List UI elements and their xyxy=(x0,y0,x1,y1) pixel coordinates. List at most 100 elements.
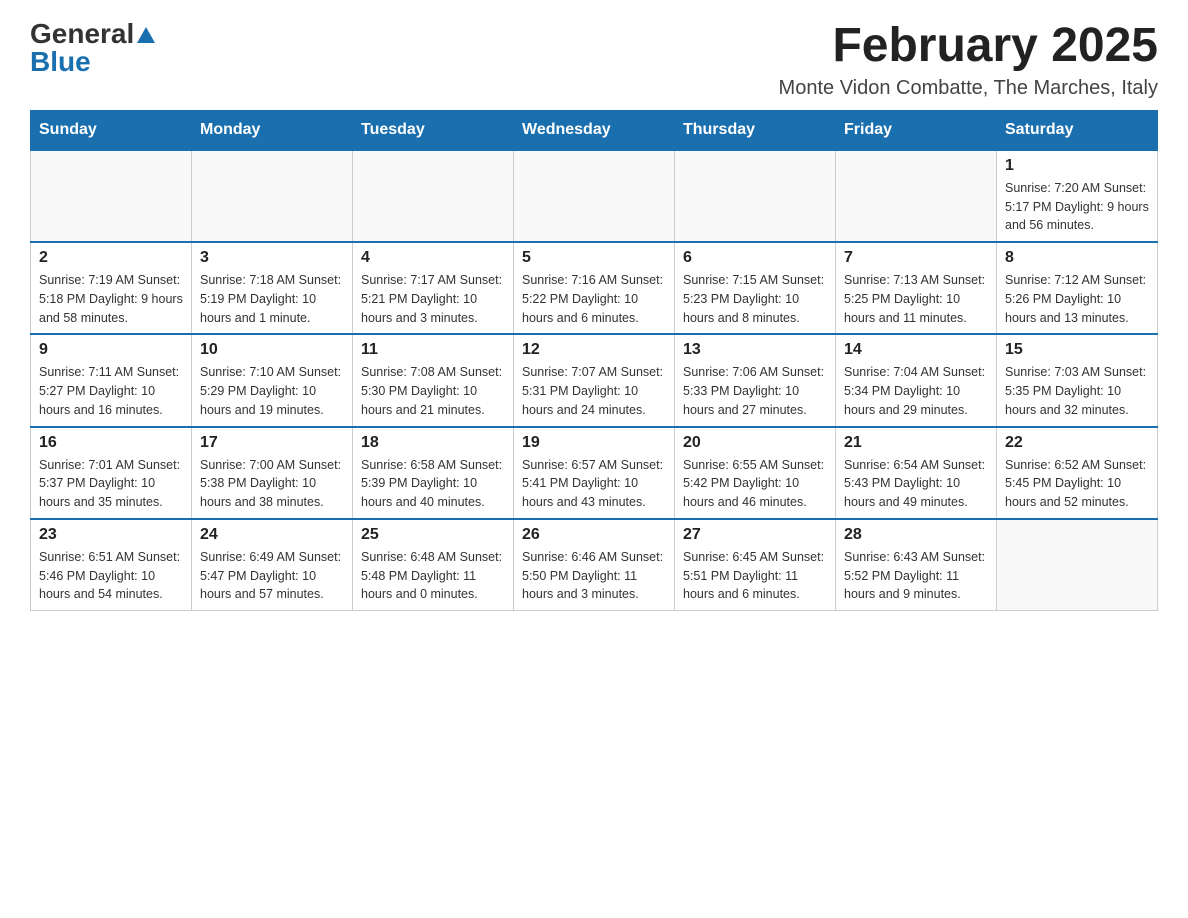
day-number: 28 xyxy=(844,526,988,544)
day-info: Sunrise: 7:00 AM Sunset: 5:38 PM Dayligh… xyxy=(200,456,344,512)
day-number: 14 xyxy=(844,341,988,359)
calendar-table: SundayMondayTuesdayWednesdayThursdayFrid… xyxy=(30,110,1158,611)
calendar-cell xyxy=(997,519,1158,611)
day-number: 21 xyxy=(844,434,988,452)
calendar-cell: 20 Sunrise: 6:55 AM Sunset: 5:42 PM Dayli… xyxy=(675,427,836,519)
day-number: 6 xyxy=(683,249,827,267)
calendar-cell: 28 Sunrise: 6:43 AM Sunset: 5:52 PM Dayli… xyxy=(836,519,997,611)
calendar-cell: 19 Sunrise: 6:57 AM Sunset: 5:41 PM Dayli… xyxy=(514,427,675,519)
day-number: 7 xyxy=(844,249,988,267)
calendar-cell xyxy=(514,150,675,242)
calendar-cell xyxy=(192,150,353,242)
day-info: Sunrise: 6:52 AM Sunset: 5:45 PM Dayligh… xyxy=(1005,456,1149,512)
day-info: Sunrise: 6:46 AM Sunset: 5:50 PM Dayligh… xyxy=(522,548,666,604)
day-info: Sunrise: 6:54 AM Sunset: 5:43 PM Dayligh… xyxy=(844,456,988,512)
calendar-cell xyxy=(836,150,997,242)
day-info: Sunrise: 7:11 AM Sunset: 5:27 PM Dayligh… xyxy=(39,363,183,419)
day-info: Sunrise: 7:16 AM Sunset: 5:22 PM Dayligh… xyxy=(522,271,666,327)
calendar-week-1: 1 Sunrise: 7:20 AM Sunset: 5:17 PM Daylig… xyxy=(31,150,1158,242)
day-number: 23 xyxy=(39,526,183,544)
column-header-sunday: Sunday xyxy=(31,110,192,150)
column-header-wednesday: Wednesday xyxy=(514,110,675,150)
calendar-cell: 25 Sunrise: 6:48 AM Sunset: 5:48 PM Dayli… xyxy=(353,519,514,611)
day-info: Sunrise: 6:58 AM Sunset: 5:39 PM Dayligh… xyxy=(361,456,505,512)
calendar-cell: 15 Sunrise: 7:03 AM Sunset: 5:35 PM Dayli… xyxy=(997,334,1158,426)
day-info: Sunrise: 7:18 AM Sunset: 5:19 PM Dayligh… xyxy=(200,271,344,327)
day-number: 16 xyxy=(39,434,183,452)
calendar-cell: 13Sunrise: 7:06 AM Sunset: 5:33 PM Dayli… xyxy=(675,334,836,426)
calendar-cell: 23 Sunrise: 6:51 AM Sunset: 5:46 PM Dayli… xyxy=(31,519,192,611)
day-info: Sunrise: 7:07 AM Sunset: 5:31 PM Dayligh… xyxy=(522,363,666,419)
calendar-cell: 27 Sunrise: 6:45 AM Sunset: 5:51 PM Dayli… xyxy=(675,519,836,611)
day-info: Sunrise: 6:43 AM Sunset: 5:52 PM Dayligh… xyxy=(844,548,988,604)
day-info: Sunrise: 6:57 AM Sunset: 5:41 PM Dayligh… xyxy=(522,456,666,512)
day-number: 20 xyxy=(683,434,827,452)
calendar-cell: 24 Sunrise: 6:49 AM Sunset: 5:47 PM Dayli… xyxy=(192,519,353,611)
day-info: Sunrise: 7:01 AM Sunset: 5:37 PM Dayligh… xyxy=(39,456,183,512)
day-number: 1 xyxy=(1005,157,1149,175)
day-info: Sunrise: 7:20 AM Sunset: 5:17 PM Dayligh… xyxy=(1005,179,1149,235)
calendar-cell xyxy=(353,150,514,242)
calendar-cell: 3 Sunrise: 7:18 AM Sunset: 5:19 PM Daylig… xyxy=(192,242,353,334)
day-info: Sunrise: 7:10 AM Sunset: 5:29 PM Dayligh… xyxy=(200,363,344,419)
day-info: Sunrise: 6:55 AM Sunset: 5:42 PM Dayligh… xyxy=(683,456,827,512)
day-info: Sunrise: 7:03 AM Sunset: 5:35 PM Dayligh… xyxy=(1005,363,1149,419)
column-header-monday: Monday xyxy=(192,110,353,150)
day-number: 27 xyxy=(683,526,827,544)
day-info: Sunrise: 7:19 AM Sunset: 5:18 PM Dayligh… xyxy=(39,271,183,327)
calendar-week-4: 16 Sunrise: 7:01 AM Sunset: 5:37 PM Dayli… xyxy=(31,427,1158,519)
calendar-cell: 11 Sunrise: 7:08 AM Sunset: 5:30 PM Dayli… xyxy=(353,334,514,426)
day-number: 26 xyxy=(522,526,666,544)
day-number: 8 xyxy=(1005,249,1149,267)
day-number: 15 xyxy=(1005,341,1149,359)
column-header-saturday: Saturday xyxy=(997,110,1158,150)
calendar-cell: 2 Sunrise: 7:19 AM Sunset: 5:18 PM Daylig… xyxy=(31,242,192,334)
column-header-tuesday: Tuesday xyxy=(353,110,514,150)
day-info: Sunrise: 7:08 AM Sunset: 5:30 PM Dayligh… xyxy=(361,363,505,419)
day-info: Sunrise: 7:17 AM Sunset: 5:21 PM Dayligh… xyxy=(361,271,505,327)
day-info: Sunrise: 6:49 AM Sunset: 5:47 PM Dayligh… xyxy=(200,548,344,604)
day-number: 25 xyxy=(361,526,505,544)
day-number: 10 xyxy=(200,341,344,359)
day-number: 11 xyxy=(361,341,505,359)
day-number: 24 xyxy=(200,526,344,544)
logo-general: General xyxy=(30,20,134,48)
day-info: Sunrise: 6:51 AM Sunset: 5:46 PM Dayligh… xyxy=(39,548,183,604)
calendar-subtitle: Monte Vidon Combatte, The Marches, Italy xyxy=(779,77,1158,100)
calendar-cell: 16 Sunrise: 7:01 AM Sunset: 5:37 PM Dayli… xyxy=(31,427,192,519)
calendar-cell: 6 Sunrise: 7:15 AM Sunset: 5:23 PM Daylig… xyxy=(675,242,836,334)
day-info: Sunrise: 6:48 AM Sunset: 5:48 PM Dayligh… xyxy=(361,548,505,604)
day-number: 17 xyxy=(200,434,344,452)
day-number: 2 xyxy=(39,249,183,267)
day-info: Sunrise: 7:15 AM Sunset: 5:23 PM Dayligh… xyxy=(683,271,827,327)
logo: General Blue xyxy=(30,20,155,76)
calendar-cell: 26 Sunrise: 6:46 AM Sunset: 5:50 PM Dayli… xyxy=(514,519,675,611)
calendar-cell: 1 Sunrise: 7:20 AM Sunset: 5:17 PM Daylig… xyxy=(997,150,1158,242)
calendar-cell: 8 Sunrise: 7:12 AM Sunset: 5:26 PM Daylig… xyxy=(997,242,1158,334)
day-info: Sunrise: 7:06 AM Sunset: 5:33 PM Dayligh… xyxy=(683,363,827,419)
day-number: 19 xyxy=(522,434,666,452)
calendar-header-row: SundayMondayTuesdayWednesdayThursdayFrid… xyxy=(31,110,1158,150)
day-info: Sunrise: 7:13 AM Sunset: 5:25 PM Dayligh… xyxy=(844,271,988,327)
calendar-cell: 17 Sunrise: 7:00 AM Sunset: 5:38 PM Dayli… xyxy=(192,427,353,519)
calendar-cell: 14 Sunrise: 7:04 AM Sunset: 5:34 PM Dayli… xyxy=(836,334,997,426)
logo-blue: Blue xyxy=(30,48,91,76)
day-number: 12 xyxy=(522,341,666,359)
column-header-friday: Friday xyxy=(836,110,997,150)
day-number: 18 xyxy=(361,434,505,452)
calendar-week-2: 2 Sunrise: 7:19 AM Sunset: 5:18 PM Daylig… xyxy=(31,242,1158,334)
calendar-cell xyxy=(675,150,836,242)
calendar-week-3: 9 Sunrise: 7:11 AM Sunset: 5:27 PM Daylig… xyxy=(31,334,1158,426)
calendar-cell: 5Sunrise: 7:16 AM Sunset: 5:22 PM Daylig… xyxy=(514,242,675,334)
day-info: Sunrise: 6:45 AM Sunset: 5:51 PM Dayligh… xyxy=(683,548,827,604)
day-info: Sunrise: 7:04 AM Sunset: 5:34 PM Dayligh… xyxy=(844,363,988,419)
calendar-cell: 12 Sunrise: 7:07 AM Sunset: 5:31 PM Dayli… xyxy=(514,334,675,426)
logo-triangle-icon xyxy=(137,25,155,43)
day-number: 4 xyxy=(361,249,505,267)
day-number: 9 xyxy=(39,341,183,359)
calendar-week-5: 23 Sunrise: 6:51 AM Sunset: 5:46 PM Dayli… xyxy=(31,519,1158,611)
calendar-cell: 21 Sunrise: 6:54 AM Sunset: 5:43 PM Dayli… xyxy=(836,427,997,519)
day-info: Sunrise: 7:12 AM Sunset: 5:26 PM Dayligh… xyxy=(1005,271,1149,327)
calendar-cell: 18 Sunrise: 6:58 AM Sunset: 5:39 PM Dayli… xyxy=(353,427,514,519)
day-number: 3 xyxy=(200,249,344,267)
